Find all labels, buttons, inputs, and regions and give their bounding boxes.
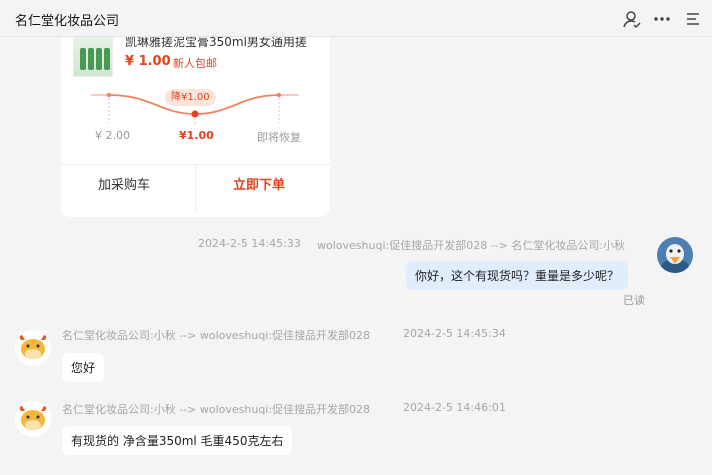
- price-after-label: 即将恢复: [257, 131, 301, 144]
- message-route: woloveshuqi:促佳搜品开发部028 --> 名仁堂化妆品公司:小秋: [317, 239, 626, 252]
- avatar[interactable]: [15, 401, 51, 437]
- my-message-bubble[interactable]: 你好，这个有现货吗？重量是多少呢？: [406, 261, 629, 290]
- their-message-bubble[interactable]: 有现货的 净含量350ml 毛重450克左右: [62, 426, 293, 455]
- message-timestamp: 2024-2-5 14:45:33: [198, 237, 301, 250]
- message-timestamp: 2024-2-5 14:45:34: [403, 327, 506, 340]
- price-point-before: [106, 92, 112, 98]
- buy-now-button[interactable]: 立即下单: [233, 174, 285, 193]
- price-drop-badge: 降¥1.00: [165, 89, 216, 106]
- price-point-current: [191, 110, 199, 118]
- price-point-after: [276, 92, 282, 98]
- chat-title: 名仁堂化妆品公司: [15, 14, 120, 29]
- product-card[interactable]: 凯琳雅搓泥宝膏350ml男女通用搓 ¥ 1.00 新人包邮 降¥1.00 ¥ 2…: [61, 37, 330, 217]
- price-current-label: ¥1.00: [179, 129, 214, 142]
- chat-header: 名仁堂化妆品公司: [0, 0, 712, 37]
- message-timestamp: 2024-2-5 14:46:01: [403, 401, 506, 414]
- add-to-cart-button[interactable]: 加采购车: [98, 174, 150, 193]
- read-status: 已读: [623, 294, 645, 307]
- product-thumbnail[interactable]: [73, 37, 113, 77]
- their-message-bubble[interactable]: 您好: [62, 353, 105, 382]
- more-icon[interactable]: [652, 9, 672, 29]
- goose-avatar-icon: [657, 237, 693, 273]
- user-check-icon[interactable]: [622, 9, 642, 29]
- cow-avatar-icon: [15, 401, 51, 437]
- avatar[interactable]: [15, 330, 51, 366]
- message-route: 名仁堂化妆品公司:小秋 --> woloveshuqi:促佳搜品开发部028: [62, 329, 371, 342]
- product-price: ¥ 1.00: [125, 54, 171, 69]
- promo-tag: 新人包邮: [173, 57, 217, 70]
- menu-icon[interactable]: [683, 9, 703, 29]
- card-button-divider: [195, 165, 196, 211]
- price-before-label: ¥ 2.00: [95, 129, 130, 142]
- product-name[interactable]: 凯琳雅搓泥宝膏350ml男女通用搓: [125, 37, 325, 50]
- message-list[interactable]: 凯琳雅搓泥宝膏350ml男女通用搓 ¥ 1.00 新人包邮 降¥1.00 ¥ 2…: [0, 37, 712, 475]
- cow-avatar-icon: [15, 330, 51, 366]
- message-route: 名仁堂化妆品公司:小秋 --> woloveshuqi:促佳搜品开发部028: [62, 403, 371, 416]
- avatar[interactable]: [657, 237, 693, 273]
